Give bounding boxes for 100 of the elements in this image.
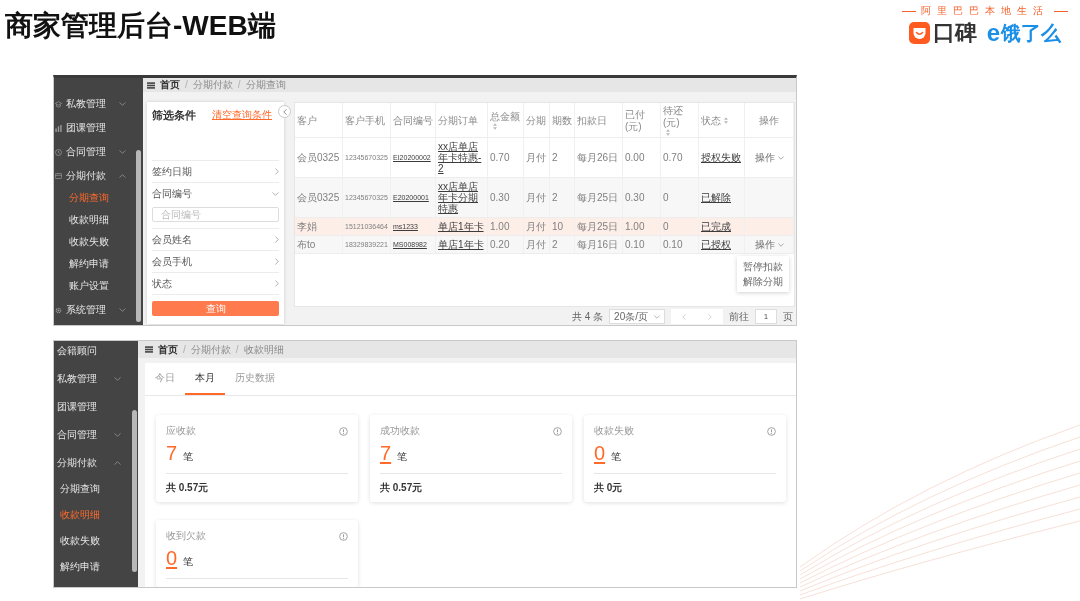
- table-cell: 0: [661, 218, 699, 235]
- sidebar-item[interactable]: 私教管理: [54, 369, 138, 389]
- table-link[interactable]: xx店单店年卡特惠-2: [438, 141, 485, 174]
- panel-title: 筛选条件: [152, 108, 196, 122]
- action-dropdown[interactable]: 操作: [754, 239, 784, 250]
- info-icon[interactable]: [339, 531, 348, 541]
- sidebar-subitem[interactable]: 账户设置: [54, 278, 143, 294]
- table-cell: 1.00: [488, 218, 524, 235]
- table-cell: 布to: [295, 236, 343, 253]
- filter-row[interactable]: 会员姓名: [152, 228, 279, 250]
- table-cell: 每月25日: [575, 218, 623, 235]
- table-cell: 0.00: [623, 138, 661, 177]
- chevron-left-icon: [282, 108, 287, 115]
- table-cell: 10: [550, 218, 575, 235]
- menu-icon[interactable]: [147, 81, 155, 89]
- table-cell: 李娟: [295, 218, 343, 235]
- graduation-cap-icon: [55, 100, 62, 108]
- bar-chart-icon: [55, 124, 62, 132]
- sidebar-item[interactable]: 合同管理: [54, 425, 138, 445]
- info-icon[interactable]: [339, 426, 348, 436]
- gear-icon: [55, 306, 62, 314]
- menu-item[interactable]: 暂停扣款: [737, 259, 789, 274]
- sidebar-subitem[interactable]: 收款明细: [54, 212, 143, 228]
- card-title: 成功收款: [380, 425, 420, 437]
- breadcrumb-item[interactable]: 首页: [158, 343, 178, 356]
- breadcrumb-separator: /: [237, 79, 241, 91]
- page-unit-label: 页: [783, 310, 793, 323]
- sidebar-item[interactable]: 合同管理: [54, 144, 143, 160]
- table-cell: 月付: [524, 178, 550, 217]
- action-dropdown[interactable]: 操作: [754, 152, 784, 163]
- brand-tagline: 阿里巴巴本地生活: [921, 5, 1049, 17]
- chevron-right-icon: [708, 313, 712, 320]
- sidebar-subitem[interactable]: 收款失败: [54, 234, 143, 250]
- sidebar-subitem[interactable]: 收款失败: [54, 531, 138, 551]
- breadcrumb-separator: /: [185, 79, 188, 91]
- menu-item[interactable]: 解除分期: [737, 274, 789, 289]
- table-cell: 1.00: [623, 218, 661, 235]
- sort-icon[interactable]: [724, 117, 728, 124]
- table-cell: 0.30: [488, 178, 524, 217]
- sidebar-item[interactable]: 会籍顾问: [54, 341, 138, 361]
- page-input[interactable]: 1: [755, 309, 777, 324]
- table-cell: 0.30: [623, 178, 661, 217]
- table-cell: 会员0325: [295, 178, 343, 217]
- info-icon[interactable]: [767, 426, 776, 436]
- table-cell: 0.20: [488, 236, 524, 253]
- count-unit: 笔: [611, 451, 622, 463]
- collapse-button[interactable]: [278, 105, 291, 118]
- sidebar-subitem[interactable]: 解约申请: [54, 557, 138, 577]
- goto-label: 前往: [729, 310, 749, 323]
- tab[interactable]: 本月: [185, 363, 225, 395]
- table-link[interactable]: 单店1年卡: [438, 221, 484, 232]
- table-link[interactable]: 已完成: [701, 221, 731, 232]
- chevron-left-icon: [682, 313, 686, 320]
- table-link[interactable]: 单店1年卡: [438, 239, 484, 250]
- filter-row[interactable]: 状态: [152, 272, 279, 294]
- stat-total: 共 0.57元: [380, 482, 424, 494]
- filter-row[interactable]: 签约日期: [152, 160, 279, 182]
- table-cell: 0: [661, 178, 699, 217]
- table-link[interactable]: 授权失败: [701, 152, 741, 163]
- stat-count: 7: [166, 443, 178, 463]
- breadcrumb-item[interactable]: 首页: [160, 79, 180, 91]
- brand-mark: e: [986, 21, 1001, 45]
- filter-row[interactable]: 会员手机: [152, 250, 279, 272]
- sidebar-subitem[interactable]: 分期查询: [54, 479, 138, 499]
- sidebar-item[interactable]: 系统管理: [54, 302, 143, 318]
- table-link[interactable]: xx店单店年卡分期特惠: [438, 181, 485, 214]
- table-cell: 0.10: [623, 236, 661, 253]
- card-icon: [55, 173, 62, 179]
- table-cell: 每月26日: [575, 138, 623, 177]
- table-cell: 0.10: [661, 236, 699, 253]
- count-unit: 笔: [397, 451, 408, 463]
- sidebar-item[interactable]: 私教管理: [54, 96, 143, 112]
- scrollbar-thumb[interactable]: [136, 150, 141, 322]
- card-title: 收款失败: [594, 425, 634, 437]
- table-link[interactable]: 已解除: [701, 192, 731, 203]
- sidebar-item[interactable]: 团课管理: [54, 397, 138, 417]
- info-icon[interactable]: [553, 426, 562, 436]
- table-cell: 2: [550, 178, 575, 217]
- table-link[interactable]: 已授权: [701, 239, 731, 250]
- table-cell: 月付: [524, 236, 550, 253]
- input-field[interactable]: 合同编号: [152, 207, 279, 222]
- count-unit: 笔: [183, 451, 194, 463]
- filter-row[interactable]: 合同编号: [152, 182, 279, 204]
- menu-icon[interactable]: [145, 346, 153, 353]
- page-size-select[interactable]: 20条/页: [609, 309, 665, 324]
- clock-icon: [55, 148, 62, 156]
- brand-name: 饿了么: [1001, 21, 1062, 45]
- scrollbar-thumb[interactable]: [132, 410, 137, 572]
- table-cell: 月付: [524, 218, 550, 235]
- caret-icon: [654, 314, 660, 319]
- sidebar-item[interactable]: 团课管理: [54, 120, 143, 136]
- sort-icon[interactable]: [666, 129, 670, 136]
- table-cell: 每月16日: [575, 236, 623, 253]
- sidebar-item[interactable]: 分期付款: [54, 168, 143, 184]
- sidebar-item[interactable]: 分期付款: [54, 453, 138, 473]
- sort-icon[interactable]: [493, 123, 497, 130]
- caret-icon: [777, 242, 784, 247]
- table-cell: 0.70: [661, 138, 699, 177]
- sidebar-subitem[interactable]: 解约申请: [54, 256, 143, 272]
- table-cell: 2: [550, 138, 575, 177]
